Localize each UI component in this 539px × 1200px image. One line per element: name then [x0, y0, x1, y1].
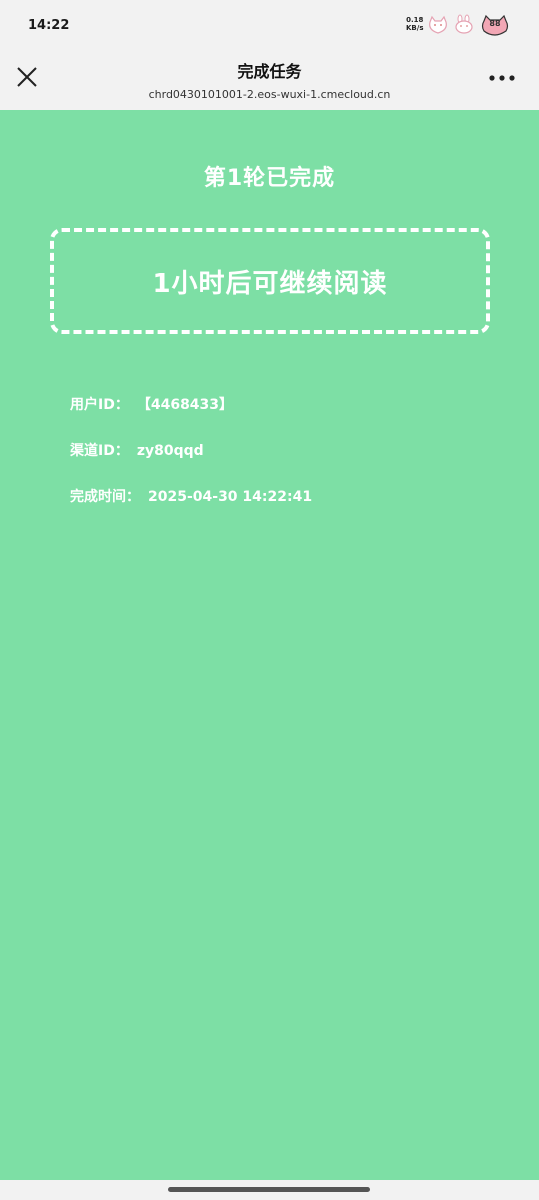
status-bar: 14:22 0.18 KB/s 88 [0, 0, 539, 50]
round-complete-title: 第1轮已完成 [203, 166, 336, 191]
user-id-value: 【4468433】 [136, 397, 234, 413]
channel-id-label: 渠道ID： [70, 443, 129, 459]
bunny-sticker-icon [452, 14, 476, 36]
gesture-bar [0, 1180, 539, 1200]
network-speed: 0.18 KB/s [406, 16, 423, 32]
status-time: 14:22 [28, 18, 70, 33]
completion-time-label: 完成时间： [70, 489, 140, 505]
network-speed-unit: KB/s [406, 24, 424, 32]
page-url: chrd0430101001-2.eos-wuxi-1.cmecloud.cn [148, 88, 391, 101]
continue-reading-notice: 1小时后可继续阅读 [50, 228, 490, 334]
channel-id-value: zy80qqd [136, 443, 204, 459]
nav-bar: 完成任务 chrd0430101001-2.eos-wuxi-1.cmeclou… [0, 50, 539, 110]
continue-reading-text: 1小时后可继续阅读 [152, 268, 388, 299]
completion-time-value: 2025-04-30 14:22:41 [148, 489, 313, 505]
user-id-label: 用户ID： [70, 397, 129, 413]
completion-time-row: 完成时间： 2025-04-30 14:22:41 [70, 486, 312, 506]
cat-sticker-icon [426, 14, 450, 36]
more-dots-icon [489, 75, 515, 81]
home-indicator[interactable] [168, 1187, 370, 1192]
channel-id-row: 渠道ID： zy80qqd [70, 440, 204, 460]
page-title: 完成任务 [237, 62, 302, 81]
task-complete-panel: 第1轮已完成 1小时后可继续阅读 用户ID： 【4468433】 渠道ID： zy8… [0, 110, 539, 1180]
battery-level: 88 [489, 19, 501, 28]
user-id-row: 用户ID： 【4468433】 [70, 394, 233, 414]
more-button[interactable] [484, 64, 520, 92]
network-speed-value: 0.18 [406, 16, 424, 24]
battery-indicator: 88 [480, 14, 510, 36]
